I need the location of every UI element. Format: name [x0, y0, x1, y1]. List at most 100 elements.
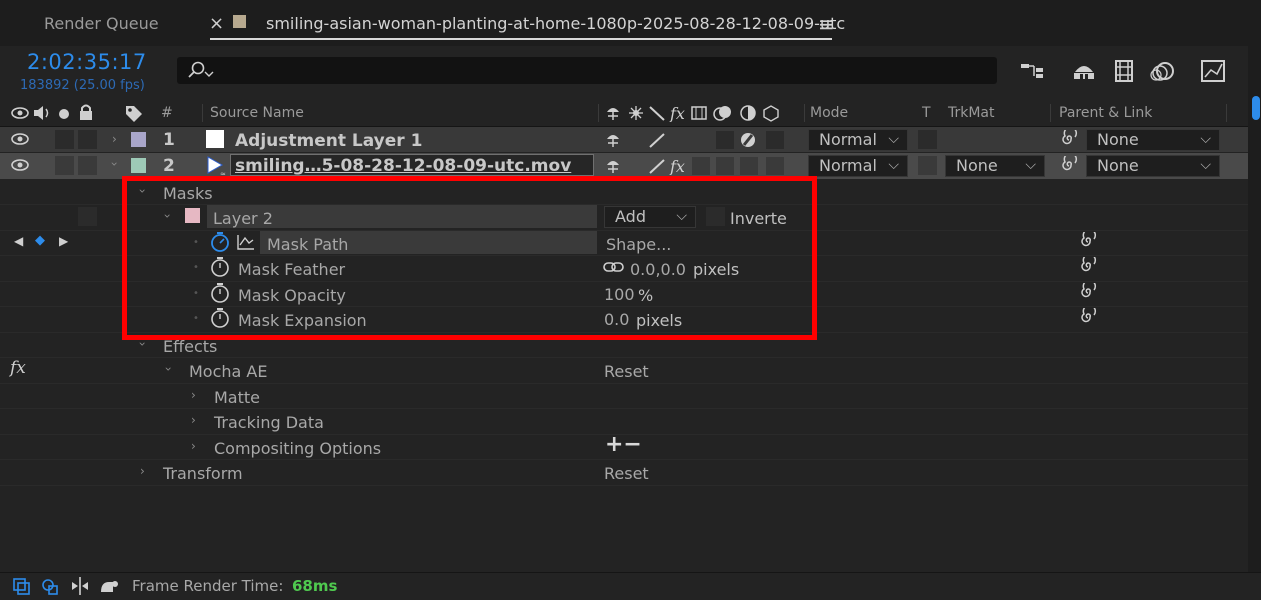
- label-color-swatch[interactable]: [131, 158, 146, 173]
- visibility-eye-icon[interactable]: [10, 132, 30, 146]
- column-mode[interactable]: Mode: [810, 105, 848, 121]
- preserve-transparency-switch[interactable]: [918, 156, 937, 175]
- svg-text:fx: fx: [669, 157, 685, 175]
- expand-chevron-icon[interactable]: ›: [112, 132, 117, 146]
- frame-blending-icon[interactable]: [1112, 59, 1136, 83]
- trkmat-value: None: [956, 156, 998, 175]
- vertical-scrollbar[interactable]: [1248, 46, 1261, 599]
- chevron-down-icon: ⌵: [888, 157, 899, 173]
- pickwhip-icon[interactable]: [1059, 156, 1079, 176]
- expression-pickwhip-icon[interactable]: [1078, 308, 1098, 328]
- scrollbar-thumb[interactable]: [1252, 96, 1260, 120]
- collapse-chevron-icon[interactable]: ›: [107, 162, 121, 167]
- frame-render-time-value: 68ms: [292, 577, 338, 595]
- layer-2-parent-dropdown[interactable]: None ⌵: [1086, 155, 1220, 177]
- expression-pickwhip-icon[interactable]: [1078, 257, 1098, 277]
- column-separator: [804, 104, 805, 122]
- row-divider: [0, 383, 1248, 384]
- compositing-options-label[interactable]: Compositing Options: [214, 439, 381, 458]
- layer-name[interactable]: smiling…5-08-28-12-08-09-utc.mov: [235, 156, 571, 176]
- compositing-options-chevron-icon[interactable]: ›: [191, 439, 196, 453]
- close-tab-icon[interactable]: ×: [209, 13, 224, 34]
- previous-keyframe-icon[interactable]: ◀: [14, 234, 23, 248]
- effects-group-label[interactable]: Effects: [163, 337, 217, 356]
- mode-value: Normal: [819, 130, 877, 149]
- column-layer-number: #: [161, 105, 173, 121]
- tab-composition[interactable]: smiling-asian-woman-planting-at-home-108…: [266, 14, 845, 33]
- composition-flowchart-icon[interactable]: [1020, 60, 1048, 82]
- visibility-eye-icon[interactable]: [10, 158, 30, 172]
- highlight-rectangle: [122, 176, 817, 340]
- tab-render-queue[interactable]: Render Queue: [44, 14, 159, 33]
- layer-switches[interactable]: [604, 131, 800, 149]
- lock-icon[interactable]: [78, 103, 94, 121]
- column-parent-link[interactable]: Parent & Link: [1059, 105, 1152, 121]
- graph-editor-icon[interactable]: [1200, 58, 1228, 84]
- video-visibility-icon[interactable]: [10, 106, 30, 120]
- solo-switch[interactable]: [55, 130, 74, 149]
- layer-switches-toggle-icon[interactable]: [12, 577, 32, 595]
- label-color-swatch[interactable]: [131, 132, 146, 147]
- transform-reset-link[interactable]: Reset: [604, 464, 649, 483]
- layer-2-trkmat-dropdown[interactable]: None ⌵: [945, 155, 1045, 177]
- active-tab-underline: [210, 38, 832, 40]
- layer-switches[interactable]: fx: [604, 157, 800, 175]
- layer-number: 1: [163, 130, 175, 150]
- current-time-display[interactable]: 2:02:35:17: [27, 50, 147, 74]
- layer-1-parent-dropdown[interactable]: None ⌵: [1086, 129, 1220, 151]
- preserve-transparency-switch[interactable]: [918, 130, 937, 149]
- mask-lock-switch[interactable]: [78, 207, 97, 226]
- column-source-name[interactable]: Source Name: [210, 105, 304, 121]
- svg-text:fx: fx: [669, 104, 685, 122]
- next-keyframe-icon[interactable]: ▶: [59, 234, 68, 248]
- chevron-down-icon: ⌵: [1025, 157, 1036, 173]
- row-divider: [0, 459, 1248, 460]
- solo-switch[interactable]: [55, 156, 74, 175]
- layer-name[interactable]: Adjustment Layer 1: [235, 131, 422, 151]
- column-preserve-transparency: T: [922, 105, 931, 121]
- transfer-controls-toggle-icon[interactable]: [40, 577, 60, 595]
- label-tag-icon[interactable]: [124, 104, 144, 122]
- motion-blur-icon[interactable]: [1150, 59, 1176, 83]
- tracking-data-group-label[interactable]: Tracking Data: [214, 413, 324, 432]
- solo-icon[interactable]: [57, 107, 71, 121]
- panel-menu-icon[interactable]: ≡: [818, 12, 835, 36]
- layer-1-mode-dropdown[interactable]: Normal ⌵: [808, 129, 908, 151]
- chevron-down-icon: ⌵: [1200, 157, 1211, 173]
- render-time-toggle-icon[interactable]: [98, 578, 120, 594]
- pickwhip-icon[interactable]: [1059, 130, 1079, 150]
- column-separator: [202, 104, 203, 122]
- search-input[interactable]: [177, 57, 997, 84]
- transform-group-label[interactable]: Transform: [163, 464, 243, 483]
- expression-pickwhip-icon[interactable]: [1078, 283, 1098, 303]
- layer-2-mode-dropdown[interactable]: Normal ⌵: [808, 155, 908, 177]
- effects-chevron-icon[interactable]: ›: [135, 342, 149, 347]
- parent-value: None: [1097, 130, 1139, 149]
- tracking-data-chevron-icon[interactable]: ›: [191, 413, 196, 427]
- matte-chevron-icon[interactable]: ›: [191, 388, 196, 402]
- expression-pickwhip-icon[interactable]: [1078, 232, 1098, 252]
- lock-switch[interactable]: [78, 156, 97, 175]
- chevron-down-icon: ⌵: [1200, 131, 1211, 147]
- effect-switch-fx-icon[interactable]: fx: [10, 358, 26, 378]
- comp-color-swatch: [233, 15, 246, 28]
- add-remove-mask-buttons[interactable]: +−: [605, 432, 642, 457]
- audio-icon[interactable]: [32, 104, 52, 122]
- adjustment-layer-icon: [206, 130, 224, 148]
- effect-chevron-icon[interactable]: ›: [161, 367, 175, 372]
- transform-chevron-icon[interactable]: ›: [140, 464, 145, 478]
- keyframe-diamond-icon[interactable]: ◆: [35, 233, 45, 248]
- matte-group-label[interactable]: Matte: [214, 388, 260, 407]
- column-separator: [1050, 104, 1051, 122]
- row-divider: [0, 357, 1248, 358]
- column-trkmat[interactable]: TrkMat: [948, 105, 995, 121]
- row-divider: [0, 408, 1248, 409]
- effect-name[interactable]: Mocha AE: [189, 362, 267, 381]
- chevron-down-icon: ⌵: [888, 131, 899, 147]
- in-out-toggle-icon[interactable]: [70, 576, 90, 596]
- column-separator: [598, 104, 599, 122]
- row-divider: [0, 485, 1248, 486]
- draft-3d-icon[interactable]: [1071, 60, 1097, 82]
- lock-switch[interactable]: [78, 130, 97, 149]
- effect-reset-link[interactable]: Reset: [604, 362, 649, 381]
